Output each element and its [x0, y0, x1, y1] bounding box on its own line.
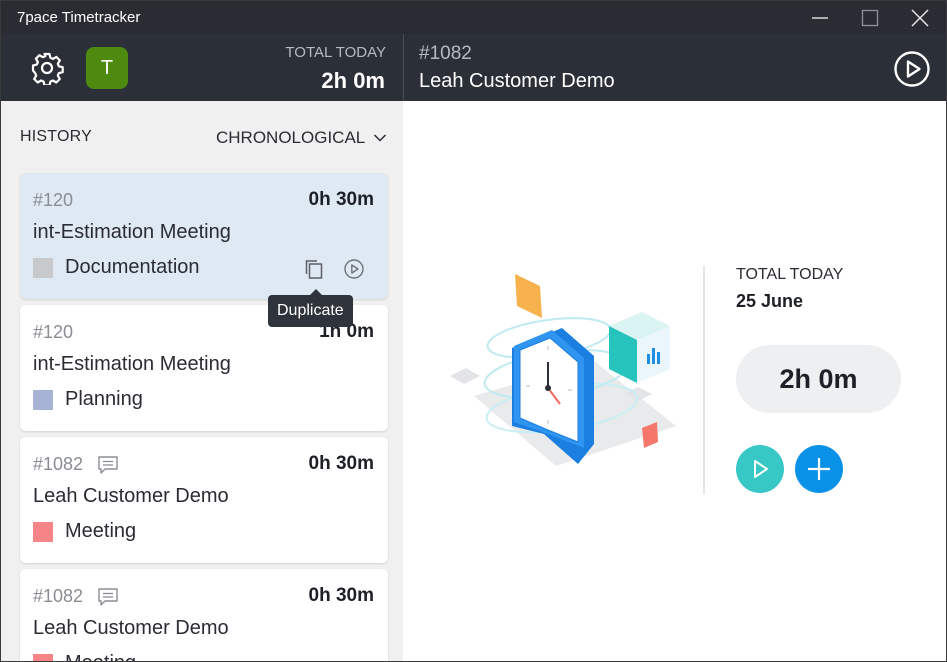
summary-panel: TOTAL TODAY 25 June 2h 0m: [404, 101, 946, 661]
card-task-id: #1082: [33, 586, 119, 607]
category-swatch: [33, 257, 53, 278]
close-icon: [911, 8, 929, 27]
play-circle-icon: [894, 51, 930, 87]
header-total-today-value: 2h 0m: [321, 68, 385, 93]
current-task-id: #1082: [419, 43, 472, 64]
app-window: 7pace Timetracker T TOTAL TODAY 2h 0m #1…: [0, 0, 947, 662]
settings-button[interactable]: [30, 51, 64, 87]
summary-date: 25 June: [736, 291, 804, 311]
summary-total-label: TOTAL TODAY: [736, 266, 844, 283]
category-swatch: [33, 521, 53, 542]
minimize-button[interactable]: [797, 1, 843, 34]
play-icon: [754, 460, 768, 478]
user-avatar[interactable]: T: [86, 47, 128, 89]
card-actions: [303, 258, 365, 280]
summary-divider: [703, 266, 705, 494]
header-total-today-label: TOTAL TODAY: [285, 44, 386, 61]
card-duration: 0h 30m: [308, 453, 374, 474]
history-card[interactable]: #1082 0h 30m Leah Customer Demo Meeting: [20, 569, 388, 661]
card-duration: 0h 30m: [308, 189, 374, 210]
card-title: int-Estimation Meeting: [33, 353, 231, 375]
history-card[interactable]: #120 0h 30m int-Estimation Meeting Docum…: [20, 173, 388, 299]
header-bar: T TOTAL TODAY 2h 0m #1082 Leah Customer …: [1, 34, 946, 101]
plus-icon: [808, 458, 830, 480]
card-task-id: #120: [33, 322, 74, 342]
app-title: 7pace Timetracker: [17, 9, 141, 26]
history-card[interactable]: #1082 0h 30m Leah Customer Demo Meeting: [20, 437, 388, 563]
header-play-button[interactable]: [893, 50, 931, 88]
minimize-icon: [812, 16, 828, 19]
maximize-button[interactable]: [847, 1, 893, 34]
card-title: Leah Customer Demo: [33, 617, 229, 639]
comment-icon: [98, 455, 118, 474]
avatar-letter: T: [100, 56, 114, 79]
card-category: Meeting: [33, 520, 136, 543]
clock-illustration: [450, 274, 676, 466]
category-swatch: [33, 389, 53, 410]
gear-icon: [31, 52, 64, 87]
start-timer-button[interactable]: [736, 445, 784, 493]
card-task-id: #120: [33, 190, 74, 210]
title-bar: 7pace Timetracker: [1, 1, 946, 34]
card-duration: 0h 30m: [308, 585, 374, 606]
card-play-button[interactable]: [343, 258, 365, 280]
card-title: int-Estimation Meeting: [33, 221, 231, 243]
header-divider: [403, 34, 404, 101]
card-category: Meeting: [33, 652, 136, 661]
summary-total-value: 2h 0m: [736, 345, 901, 413]
current-task-name: Leah Customer Demo: [419, 70, 615, 92]
card-category: Planning: [33, 388, 143, 411]
duplicate-tooltip: Duplicate: [268, 289, 353, 327]
chevron-down-icon: [374, 134, 387, 142]
category-swatch: [33, 653, 53, 661]
history-panel: HISTORY CHRONOLOGICAL #120 0h 30m int-Es…: [1, 101, 403, 661]
sort-dropdown[interactable]: CHRONOLOGICAL: [216, 128, 387, 148]
duplicate-button[interactable]: [303, 258, 325, 280]
play-circle-icon: [344, 259, 364, 279]
card-title: Leah Customer Demo: [33, 485, 229, 507]
sort-label: CHRONOLOGICAL: [216, 128, 366, 147]
comment-icon: [98, 587, 118, 606]
maximize-icon: [861, 9, 879, 26]
duplicate-icon: [305, 260, 323, 279]
add-entry-button[interactable]: [795, 445, 843, 493]
history-label: HISTORY: [20, 128, 92, 145]
card-task-id: #1082: [33, 454, 119, 475]
card-category: Documentation: [33, 256, 200, 279]
close-button[interactable]: [897, 1, 943, 34]
